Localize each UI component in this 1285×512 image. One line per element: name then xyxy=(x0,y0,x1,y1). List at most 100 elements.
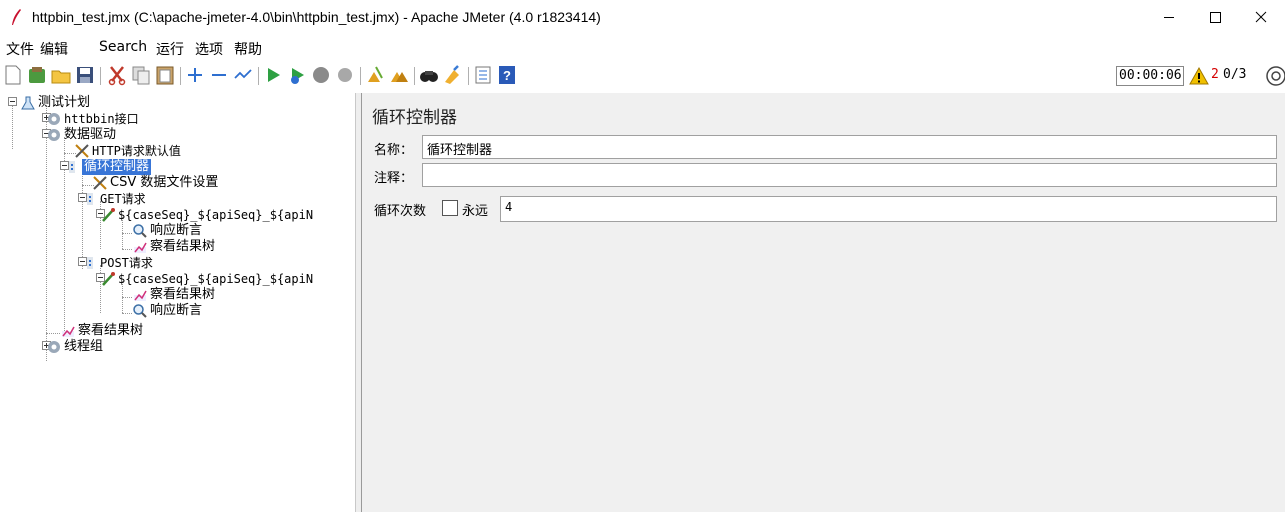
reset-search-icon xyxy=(445,65,459,84)
maximize-button[interactable] xyxy=(1192,0,1238,34)
maximize-icon xyxy=(1210,12,1221,23)
forever-checkbox[interactable] xyxy=(442,200,458,216)
controller-icon xyxy=(87,193,93,205)
menu-search[interactable]: Search xyxy=(99,39,147,55)
comment-row: 注释： xyxy=(372,163,1277,188)
tree-line xyxy=(122,233,132,234)
separator xyxy=(468,67,469,85)
new-icon xyxy=(5,65,21,85)
cut-button[interactable] xyxy=(106,64,128,86)
shutdown-button[interactable] xyxy=(334,64,356,86)
tree-line xyxy=(122,297,132,298)
shutdown-icon xyxy=(338,68,352,82)
search-icon xyxy=(420,71,438,82)
warning-icon[interactable] xyxy=(1189,67,1209,85)
elapsed-time: 00:00:06 xyxy=(1116,66,1184,86)
separator xyxy=(414,67,415,85)
save-icon xyxy=(77,67,93,83)
thread-group-icon xyxy=(48,113,60,125)
help-button[interactable]: ? xyxy=(496,64,518,86)
config-element-icon xyxy=(93,176,107,190)
loop-controller-icon xyxy=(69,161,75,173)
close-button[interactable] xyxy=(1238,0,1284,34)
loop-controller-editor: 循环控制器 名称： 循环控制器 注释： 循环次数 永远 4 xyxy=(362,93,1285,512)
help-icon: ? xyxy=(499,66,515,84)
clear-button[interactable] xyxy=(364,64,386,86)
sampler-icon xyxy=(102,272,115,286)
paste-icon xyxy=(156,66,174,85)
error-count: 2 xyxy=(1211,67,1219,82)
function-helper-icon xyxy=(475,66,491,84)
close-icon xyxy=(1255,11,1267,23)
window-title: httpbin_test.jmx (C:\apache-jmeter-4.0\b… xyxy=(32,9,601,25)
save-button[interactable] xyxy=(74,64,96,86)
new-button[interactable] xyxy=(2,64,24,86)
menu-edit[interactable]: 编辑 xyxy=(40,39,68,59)
separator xyxy=(360,67,361,85)
start-button[interactable] xyxy=(262,64,284,86)
open-icon xyxy=(51,70,71,84)
cut-icon xyxy=(108,66,126,86)
toggle-button[interactable] xyxy=(232,64,254,86)
comment-label: 注释： xyxy=(374,171,414,186)
start-no-pause-button[interactable] xyxy=(286,64,308,86)
assertion-icon xyxy=(133,304,147,318)
open-button[interactable] xyxy=(50,64,72,86)
jmeter-feather-icon xyxy=(12,9,21,25)
clear-all-button[interactable] xyxy=(388,64,410,86)
tree-line xyxy=(64,169,65,269)
panel-title: 循环控制器 xyxy=(372,108,457,128)
thread-group-icon xyxy=(48,341,60,353)
tree-line xyxy=(122,313,132,314)
expand-button[interactable] xyxy=(184,64,206,86)
collapse-icon xyxy=(212,74,226,76)
menu-help[interactable]: 帮助 xyxy=(234,39,262,59)
loop-count-field[interactable]: 4 xyxy=(500,196,1277,222)
collapse-button[interactable] xyxy=(208,64,230,86)
start-no-pause-icon xyxy=(291,68,304,84)
svg-text:?: ? xyxy=(503,68,511,83)
search-button[interactable] xyxy=(418,64,440,86)
forever-label: 永远 xyxy=(462,204,489,219)
comment-field[interactable] xyxy=(422,163,1277,187)
paste-button[interactable] xyxy=(154,64,176,86)
listener-icon xyxy=(62,326,75,337)
separator xyxy=(258,67,259,85)
tree-line xyxy=(82,169,83,269)
menu-file[interactable]: 文件 xyxy=(6,39,34,59)
function-helper-button[interactable] xyxy=(472,64,494,86)
clear-icon xyxy=(368,66,383,82)
sampler-icon xyxy=(102,208,115,222)
remote-status-icon xyxy=(1266,66,1285,86)
copy-button[interactable] xyxy=(130,64,152,86)
templates-button[interactable] xyxy=(26,64,48,86)
thread-group-icon xyxy=(48,129,60,141)
start-icon xyxy=(268,68,280,82)
tree-line xyxy=(12,105,13,149)
minimize-button[interactable] xyxy=(1146,0,1192,34)
tree-line xyxy=(46,137,47,333)
clear-all-icon xyxy=(391,72,408,82)
menu-options[interactable]: 选项 xyxy=(195,39,223,59)
controller-icon xyxy=(87,257,93,269)
reset-search-button[interactable] xyxy=(442,64,464,86)
separator xyxy=(180,67,181,85)
separator xyxy=(100,67,101,85)
active-threads-count: 0/3 xyxy=(1223,67,1247,82)
loop-count-row: 循环次数 永远 4 xyxy=(372,196,1277,222)
listener-icon xyxy=(134,242,147,253)
toolbar: ? 00:00:06 2 0/3 xyxy=(0,61,1285,91)
assertion-icon xyxy=(133,224,147,238)
panel-splitter[interactable] xyxy=(355,93,362,512)
stop-icon xyxy=(313,67,329,83)
test-plan-tree: 测试计划 httbbin接口 数据驱动 HTTP请求默认值 循环控制器 CSV … xyxy=(0,93,355,512)
templates-icon xyxy=(29,67,45,83)
listener-icon xyxy=(134,290,147,301)
stop-button[interactable] xyxy=(310,64,332,86)
minimize-icon xyxy=(1164,17,1174,18)
expand-icon xyxy=(188,68,202,82)
title-bar: httpbin_test.jmx (C:\apache-jmeter-4.0\b… xyxy=(0,0,1285,34)
name-field[interactable]: 循环控制器 xyxy=(422,135,1277,159)
menu-run[interactable]: 运行 xyxy=(156,39,184,59)
collapse-toggle[interactable] xyxy=(8,97,17,106)
